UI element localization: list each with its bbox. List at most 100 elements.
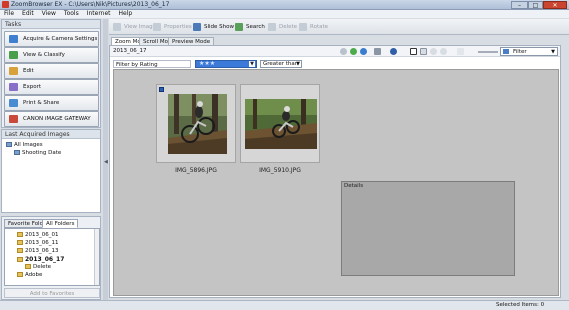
folder-item[interactable]: Delete bbox=[25, 264, 51, 270]
menu-file[interactable]: File bbox=[0, 10, 18, 18]
folder-item[interactable]: 2013_06_13 bbox=[17, 248, 59, 254]
filter-by-rating-label: Filter by Rating bbox=[113, 60, 191, 68]
raw-badge-icon bbox=[159, 87, 164, 92]
view-classify-button[interactable]: View & Classify bbox=[4, 47, 99, 63]
menu-edit[interactable]: Edit bbox=[18, 10, 38, 18]
edit-button[interactable]: Edit bbox=[4, 63, 99, 79]
export-icon bbox=[9, 83, 18, 91]
delete-button[interactable]: Delete bbox=[268, 22, 297, 32]
play-icon[interactable] bbox=[350, 48, 357, 55]
minimize-button[interactable]: – bbox=[511, 1, 528, 9]
globe-icon bbox=[9, 115, 18, 123]
tasks-header: Tasks bbox=[2, 20, 100, 29]
menu-internet[interactable]: Internet bbox=[83, 10, 115, 18]
rating-select[interactable]: ★★★ ▼ bbox=[195, 60, 257, 68]
tree-item-shooting-date[interactable]: Shooting Date bbox=[14, 150, 61, 156]
toolbar-label: View Image bbox=[124, 24, 157, 30]
window-title: ZoomBrowser EX - C:\Users\Nik\Pictures\2… bbox=[11, 1, 170, 8]
zoom-icon[interactable] bbox=[420, 48, 427, 55]
task-label: Acquire & Camera Settings bbox=[23, 36, 98, 42]
folder-icon bbox=[25, 264, 31, 269]
rotate-icon bbox=[299, 23, 307, 31]
acquire-button[interactable]: Acquire & Camera Settings bbox=[4, 31, 99, 47]
trash-icon bbox=[268, 23, 276, 31]
select-arrow-icon[interactable] bbox=[410, 48, 417, 55]
menu-view[interactable]: View bbox=[38, 10, 60, 18]
tree-item-all-images[interactable]: All Images bbox=[6, 142, 43, 148]
slide-show-button[interactable]: Slide Show bbox=[193, 22, 234, 32]
tree-item-label: All Images bbox=[14, 142, 43, 148]
menu-bar: File Edit View Tools Internet Help bbox=[0, 10, 569, 18]
collapse-arrow-icon[interactable]: ◀ bbox=[104, 159, 108, 165]
refresh-icon[interactable] bbox=[360, 48, 367, 55]
toolbar: View Image Properties Slide Show Search … bbox=[109, 19, 569, 35]
calendar-icon bbox=[14, 150, 20, 155]
classify-icon bbox=[9, 51, 18, 59]
details-panel: Details bbox=[341, 181, 515, 276]
zoom-in-icon[interactable] bbox=[430, 48, 437, 55]
search-button[interactable]: Search bbox=[235, 22, 265, 32]
chevron-down-icon: ▼ bbox=[551, 49, 555, 55]
search-icon bbox=[235, 23, 243, 31]
title-bar: ZoomBrowser EX - C:\Users\Nik\Pictures\2… bbox=[0, 0, 569, 10]
folder-icon bbox=[17, 240, 23, 245]
chevron-down-icon: ▼ bbox=[249, 61, 255, 67]
toolbar-label: Rotate bbox=[310, 24, 329, 30]
rotate-button[interactable]: Rotate bbox=[299, 22, 328, 32]
thumbnail-card[interactable] bbox=[240, 84, 320, 163]
menu-help[interactable]: Help bbox=[115, 10, 137, 18]
add-to-favorites-button[interactable]: Add to Favorites bbox=[4, 288, 100, 298]
info-icon[interactable] bbox=[390, 48, 397, 55]
slideshow-icon bbox=[193, 23, 201, 31]
folder-item[interactable]: 2013_06_11 bbox=[17, 240, 59, 246]
acquired-header: Last Acquired Images bbox=[2, 130, 100, 139]
thumbnail-filename: IMG_5910.JPG bbox=[259, 167, 301, 174]
task-label: Edit bbox=[23, 68, 34, 74]
folder-item[interactable]: Adobe bbox=[17, 272, 42, 278]
task-label: CANON iMAGE GATEWAY bbox=[23, 116, 91, 122]
close-button[interactable]: ✕ bbox=[543, 1, 567, 9]
folder-label: Delete bbox=[33, 264, 52, 270]
thumbnail-card[interactable] bbox=[156, 84, 236, 163]
app-icon bbox=[2, 1, 9, 8]
properties-icon bbox=[153, 23, 161, 31]
properties-button[interactable]: Properties bbox=[153, 22, 192, 32]
menu-tools[interactable]: Tools bbox=[60, 10, 83, 18]
folder-icon bbox=[17, 232, 23, 237]
acquired-images-panel: Last Acquired Images All Images Shooting… bbox=[1, 129, 101, 213]
details-label: Details bbox=[344, 183, 364, 189]
photo-thumbnail bbox=[245, 99, 317, 149]
view-image-button[interactable]: View Image bbox=[113, 22, 156, 32]
folder-label: 2013_06_13 bbox=[25, 248, 59, 254]
zoom-out-icon[interactable] bbox=[440, 48, 447, 55]
export-button[interactable]: Export bbox=[4, 79, 99, 95]
view-image-icon bbox=[113, 23, 121, 31]
edit-icon bbox=[9, 67, 18, 75]
print-share-button[interactable]: Print & Share bbox=[4, 95, 99, 111]
canon-gateway-button[interactable]: CANON iMAGE GATEWAY bbox=[4, 111, 99, 127]
maximize-button[interactable]: □ bbox=[528, 1, 543, 9]
tab-all-folders[interactable]: All Folders bbox=[42, 219, 79, 228]
fit-icon[interactable] bbox=[457, 48, 464, 55]
current-folder: 2013_06_17 bbox=[113, 48, 147, 54]
filter-bar: Filter by Rating ★★★ ▼ Greater than ▼ bbox=[113, 59, 559, 68]
folder-item-selected[interactable]: 2013_06_17 bbox=[17, 256, 64, 263]
folder-item[interactable]: 2013_06_01 bbox=[17, 232, 59, 238]
task-label: Export bbox=[23, 84, 42, 90]
toolbar-label: Search bbox=[246, 24, 265, 30]
task-label: View & Classify bbox=[23, 52, 65, 58]
folder-label: 2013_06_01 bbox=[25, 232, 59, 238]
filter-dropdown[interactable]: Filter ▼ bbox=[500, 47, 558, 56]
folder-icon bbox=[17, 257, 23, 262]
back-icon[interactable] bbox=[340, 48, 347, 55]
sort-icon[interactable] bbox=[374, 48, 381, 55]
thumbnail-size-slider[interactable] bbox=[478, 51, 498, 53]
thumbnail-filename: IMG_5896.JPG bbox=[175, 167, 217, 174]
comparison-select[interactable]: Greater than ▼ bbox=[260, 60, 302, 68]
panel-splitter[interactable]: ◀ bbox=[103, 19, 108, 302]
folder-scrollbar[interactable] bbox=[94, 229, 99, 285]
toolbar-label: Slide Show bbox=[204, 24, 235, 30]
selected-items-count: Selected Items: 0 bbox=[496, 302, 545, 308]
tasks-panel: Tasks Acquire & Camera Settings View & C… bbox=[1, 19, 101, 128]
task-label: Print & Share bbox=[23, 100, 60, 106]
